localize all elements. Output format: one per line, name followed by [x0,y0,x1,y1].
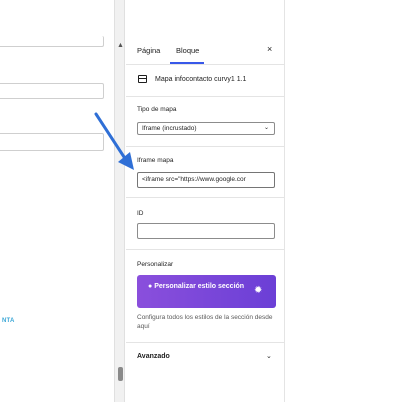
id-input[interactable] [137,223,275,239]
iframe-input[interactable]: <iframe src="https://www.google.cor [137,172,275,188]
canvas-link-text[interactable]: NTA [2,318,15,324]
customize-help-text: Configura todos los estilos de la secció… [137,314,273,330]
divider [126,342,284,343]
customize-button-label: ● Personalizar estilo sección [148,282,248,291]
settings-sidebar: Página Bloque × Mapa infocontacto curvy1… [126,0,285,402]
canvas-field[interactable] [0,36,104,47]
block-card: Mapa infocontacto curvy1 1.1 [126,64,284,97]
block-title: Mapa infocontacto curvy1 1.1 [155,76,247,83]
chevron-down-icon: ⌄ [263,125,269,131]
sidebar-tabs: Página Bloque × [126,36,284,65]
canvas-field[interactable] [0,133,104,151]
close-icon[interactable]: × [267,44,272,54]
customize-label: Personalizar [137,261,174,268]
customize-style-button[interactable]: ● Personalizar estilo sección ✹ [137,275,276,308]
customize-button-text: Personalizar estilo sección [154,283,245,290]
lightbulb-icon: ● [148,283,153,290]
scrollbar[interactable]: ▲ [114,0,125,402]
editor-canvas: NTA [0,0,114,402]
chevron-down-icon[interactable]: ⌄ [266,352,272,360]
iframe-label: Iframe mapa [137,157,174,164]
map-type-label: Tipo de mapa [137,106,177,113]
divider [126,146,284,147]
id-label: ID [137,210,144,217]
scroll-up-icon[interactable]: ▲ [117,42,124,49]
advanced-panel-toggle[interactable]: Avanzado [137,353,170,360]
tab-block[interactable]: Bloque [176,46,199,55]
annotation-arrow [94,112,134,170]
canvas-field[interactable] [0,83,104,99]
calendar-icon [138,75,147,83]
map-type-select[interactable]: Iframe (incrustado) ⌄ [137,122,275,135]
scroll-thumb[interactable] [118,367,123,381]
divider [126,249,284,250]
map-type-value: Iframe (incrustado) [142,125,197,132]
tab-page[interactable]: Página [137,46,160,55]
divider [126,197,284,198]
gear-icon: ✹ [254,285,263,296]
